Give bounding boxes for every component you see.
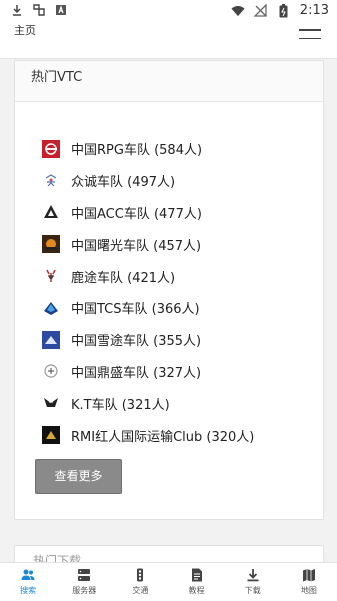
list-item[interactable]: K.T车队 (321人): [42, 387, 312, 419]
nav-label: 服务器: [72, 586, 97, 595]
team-logo-icon: [42, 203, 60, 221]
list-item[interactable]: 众诚车队 (497人): [42, 165, 312, 197]
team-logo-icon: [42, 362, 60, 380]
home-label[interactable]: 主页: [14, 22, 36, 38]
team-logo-icon: [42, 330, 60, 349]
status-bar: 2:13: [0, 0, 337, 22]
bottom-nav: 搜索 服务器 交通 教程 下载 地图: [0, 562, 337, 601]
view-more-button[interactable]: 查看更多: [35, 459, 122, 494]
team-logo-icon: [42, 394, 60, 412]
vtc-name: 中国ACC车队 (477人): [71, 206, 202, 222]
vtc-name: K.T车队 (321人): [71, 397, 170, 413]
download-icon: [246, 568, 260, 582]
vtc-name: 众诚车队 (497人): [71, 175, 176, 191]
nav-item-server[interactable]: 服务器: [56, 563, 112, 601]
team-logo-icon: [42, 426, 60, 445]
traffic-light-icon: [133, 568, 147, 582]
status-time: 2:13: [299, 3, 329, 18]
team-logo-icon: [42, 299, 60, 317]
vtc-name: RMI红人国际运输Club (320人): [71, 429, 255, 445]
app-notification-icon: [32, 3, 46, 17]
nav-label: 地图: [300, 586, 317, 595]
vtc-name: 中国曙光车队 (457人): [71, 238, 202, 254]
nav-item-download[interactable]: 下载: [225, 563, 281, 601]
server-icon: [77, 568, 91, 582]
people-icon: [21, 568, 35, 582]
nav-label: 搜索: [20, 586, 37, 595]
team-logo-icon: [42, 139, 60, 158]
vtc-name: 中国TCS车队 (366人): [71, 302, 200, 318]
wifi-icon: [231, 4, 245, 18]
vtc-name: 中国RPG车队 (584人): [71, 143, 203, 159]
list-item[interactable]: 中国鼎盛车队 (327人): [42, 356, 312, 388]
list-item[interactable]: 中国ACC车队 (477人): [42, 197, 312, 229]
nav-item-search[interactable]: 搜索: [0, 563, 56, 601]
nav-label: 交通: [132, 586, 149, 595]
team-logo-icon: [42, 267, 60, 285]
no-signal-icon: [254, 4, 268, 18]
menu-button[interactable]: [299, 29, 321, 43]
list-item[interactable]: 中国雪途车队 (355人): [42, 324, 312, 356]
vtc-name: 鹿途车队 (421人): [71, 270, 176, 286]
list-item[interactable]: 中国TCS车队 (366人): [42, 292, 312, 324]
nav-label: 教程: [188, 586, 205, 595]
top-bar: 主页: [0, 22, 337, 59]
map-icon: [302, 568, 316, 582]
list-item[interactable]: 鹿途车队 (421人): [42, 260, 312, 292]
nav-item-traffic[interactable]: 交通: [112, 563, 168, 601]
nav-item-tutorial[interactable]: 教程: [169, 563, 225, 601]
team-logo-icon: [42, 172, 60, 190]
section-title: 热门VTC: [15, 61, 323, 102]
vtc-list: 中国RPG车队 (584人) 众诚车队 (497人) 中国ACC车队 (477人…: [42, 133, 312, 451]
nav-item-map[interactable]: 地图: [281, 563, 337, 601]
nav-label: 下载: [244, 586, 261, 595]
list-item[interactable]: 中国曙光车队 (457人): [42, 228, 312, 260]
list-item[interactable]: RMI红人国际运输Club (320人): [42, 419, 312, 451]
battery-icon: [277, 3, 291, 18]
menu-icon: [299, 29, 321, 31]
list-item[interactable]: 中国RPG车队 (584人): [42, 133, 312, 165]
hot-vtc-card: 热门VTC 中国RPG车队 (584人) 众诚车队 (497人) 中国ACC车队…: [14, 60, 324, 520]
team-logo-icon: [42, 235, 60, 254]
menu-icon-line: [299, 37, 321, 39]
download-status-icon: [10, 3, 24, 17]
document-icon: [190, 568, 204, 582]
vtc-name: 中国鼎盛车队 (327人): [71, 365, 202, 381]
text-notification-icon: [54, 3, 68, 17]
vtc-name: 中国雪途车队 (355人): [71, 334, 202, 350]
